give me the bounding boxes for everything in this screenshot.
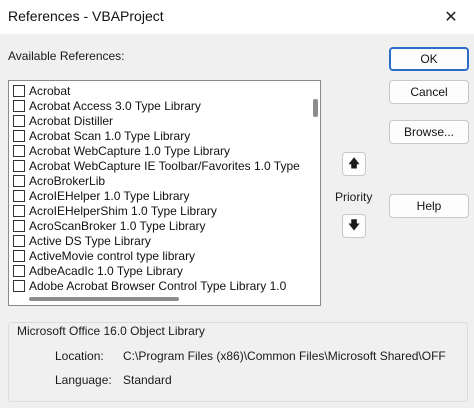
language-value: Standard	[123, 373, 172, 387]
reference-checkbox[interactable]	[13, 84, 25, 97]
reference-checkbox[interactable]	[13, 144, 25, 157]
reference-checkbox[interactable]	[13, 159, 25, 172]
horizontal-scrollbar[interactable]	[9, 293, 309, 305]
arrow-up-icon: 🡅	[347, 155, 361, 170]
reference-checkbox[interactable]	[13, 219, 25, 232]
reference-checkbox[interactable]	[13, 189, 25, 202]
selected-reference-title: Microsoft Office 16.0 Object Library	[15, 324, 207, 338]
reference-checkbox[interactable]	[13, 174, 25, 187]
reference-list-item[interactable]: Acrobat Scan 1.0 Type Library	[9, 128, 309, 143]
reference-label: AcroIEHelperShim 1.0 Type Library	[29, 203, 217, 218]
reference-checkbox[interactable]	[13, 204, 25, 217]
references-list[interactable]: Acrobat Acrobat Access 3.0 Type Library Ac…	[8, 80, 321, 306]
priority-down-button[interactable]: 🡇	[342, 214, 366, 238]
reference-label: AcroScanBroker 1.0 Type Library	[29, 218, 206, 233]
priority-up-button[interactable]: 🡅	[342, 152, 366, 176]
reference-label: AdbeAcadIc 1.0 Type Library	[29, 263, 183, 278]
language-label: Language:	[55, 373, 112, 387]
reference-checkbox[interactable]	[13, 129, 25, 142]
reference-checkbox[interactable]	[13, 99, 25, 112]
dialog-client: Available References: Acrobat Acrobat Acc…	[0, 34, 474, 408]
reference-list-item[interactable]: Acrobat WebCapture 1.0 Type Library	[9, 143, 309, 158]
reference-label: Acrobat Distiller	[29, 113, 114, 128]
browse-button[interactable]: Browse...	[389, 120, 469, 144]
location-label: Location:	[55, 349, 104, 363]
reference-list-item[interactable]: ActiveMovie control type library	[9, 248, 309, 263]
reference-label: Active DS Type Library	[29, 233, 151, 248]
close-icon[interactable]: ✕	[428, 0, 474, 34]
reference-list-item[interactable]: Adobe Acrobat Browser Control Type Libra…	[9, 278, 309, 293]
ok-button[interactable]: OK	[389, 47, 469, 71]
location-value: C:\Program Files (x86)\Common Files\Micr…	[123, 349, 446, 363]
reference-checkbox[interactable]	[13, 114, 25, 127]
reference-list-item[interactable]: Active DS Type Library	[9, 233, 309, 248]
horizontal-scroll-thumb[interactable]	[29, 297, 179, 301]
available-references-label: Available References:	[8, 49, 125, 63]
reference-list-item[interactable]: Acrobat Distiller	[9, 113, 309, 128]
reference-label: AcroBrokerLib	[29, 173, 106, 188]
cancel-button[interactable]: Cancel	[389, 80, 469, 104]
window-title: References - VBAProject	[8, 8, 164, 24]
reference-label: Adobe Acrobat Browser Control Type Libra…	[29, 278, 287, 293]
reference-checkbox[interactable]	[13, 279, 25, 292]
reference-list-item[interactable]: Acrobat WebCapture IE Toolbar/Favorites …	[9, 158, 309, 173]
reference-list-item[interactable]: Acrobat	[9, 83, 309, 98]
reference-checkbox[interactable]	[13, 264, 25, 277]
reference-checkbox[interactable]	[13, 249, 25, 262]
reference-label: AcroIEHelper 1.0 Type Library	[29, 188, 190, 203]
help-button[interactable]: Help	[389, 194, 469, 218]
priority-label: Priority	[335, 190, 373, 204]
reference-label: Acrobat Access 3.0 Type Library	[29, 98, 201, 113]
reference-list-item[interactable]: AcroIEHelper 1.0 Type Library	[9, 188, 309, 203]
reference-list-item[interactable]: Acrobat Access 3.0 Type Library	[9, 98, 309, 113]
reference-label: Acrobat WebCapture 1.0 Type Library	[29, 143, 230, 158]
reference-checkbox[interactable]	[13, 234, 25, 247]
vertical-scroll-thumb[interactable]	[313, 99, 318, 117]
reference-list-item[interactable]: AdbeAcadIc 1.0 Type Library	[9, 263, 309, 278]
reference-list-item[interactable]: AcroIEHelperShim 1.0 Type Library	[9, 203, 309, 218]
arrow-down-icon: 🡇	[347, 217, 361, 232]
reference-label: Acrobat	[29, 83, 71, 98]
reference-label: ActiveMovie control type library	[29, 248, 196, 263]
title-bar: References - VBAProject ✕	[0, 0, 474, 34]
vertical-scrollbar[interactable]	[310, 81, 320, 291]
reference-list-item[interactable]: AcroBrokerLib	[9, 173, 309, 188]
reference-label: Acrobat WebCapture IE Toolbar/Favorites …	[29, 158, 300, 173]
reference-list-item[interactable]: AcroScanBroker 1.0 Type Library	[9, 218, 309, 233]
reference-label: Acrobat Scan 1.0 Type Library	[29, 128, 191, 143]
